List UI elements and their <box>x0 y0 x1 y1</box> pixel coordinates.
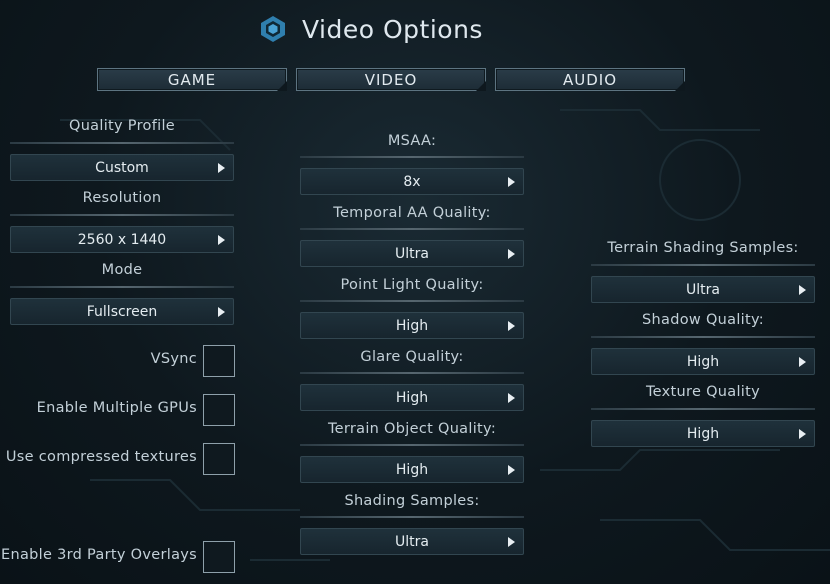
arrow-right-icon <box>218 235 225 245</box>
arrow-right-icon <box>218 163 225 173</box>
third-party-overlays-checkbox[interactable] <box>203 541 235 573</box>
temporal-aa-label: Temporal AA Quality: <box>333 205 491 221</box>
divider <box>300 156 524 158</box>
temporal-aa-select[interactable]: Ultra <box>300 240 524 267</box>
vsync-checkbox[interactable] <box>203 345 235 377</box>
compressed-textures-label: Use compressed textures <box>5 449 197 465</box>
divider <box>300 300 524 302</box>
terrain-object-label: Terrain Object Quality: <box>327 421 497 437</box>
arrow-right-icon <box>799 357 806 367</box>
shadow-quality-label: Shadow Quality: <box>642 312 764 328</box>
divider <box>10 142 234 144</box>
divider <box>10 214 234 216</box>
divider <box>300 516 524 518</box>
quality-profile-select[interactable]: Custom <box>10 154 234 181</box>
msaa-label: MSAA: <box>387 133 437 149</box>
arrow-right-icon <box>799 285 806 295</box>
tab-game[interactable]: GAME <box>97 68 287 91</box>
texture-quality-select[interactable]: High <box>591 420 815 447</box>
divider <box>300 372 524 374</box>
arrow-right-icon <box>218 307 225 317</box>
arrow-right-icon <box>799 429 806 439</box>
shading-samples-label: Shading Samples: <box>344 493 480 509</box>
multiple-gpus-checkbox[interactable] <box>203 394 235 426</box>
arrow-right-icon <box>508 177 515 187</box>
arrow-right-icon <box>508 537 515 547</box>
shadow-quality-value: High <box>686 353 720 370</box>
tab-video[interactable]: VIDEO <box>296 68 486 91</box>
shading-samples-value: Ultra <box>395 533 429 550</box>
terrain-shading-value: Ultra <box>686 281 720 298</box>
hexagon-logo-icon <box>261 16 285 42</box>
arrow-right-icon <box>508 465 515 475</box>
point-light-label: Point Light Quality: <box>340 277 484 293</box>
msaa-value: 8x <box>403 173 421 190</box>
quality-profile-value: Custom <box>95 159 149 176</box>
terrain-shading-select[interactable]: Ultra <box>591 276 815 303</box>
texture-quality-value: High <box>686 425 720 442</box>
mode-label: Mode <box>101 262 143 278</box>
temporal-aa-value: Ultra <box>395 245 429 262</box>
point-light-select[interactable]: High <box>300 312 524 339</box>
arrow-right-icon <box>508 249 515 259</box>
resolution-select[interactable]: 2560 x 1440 <box>10 226 234 253</box>
glare-select[interactable]: High <box>300 384 524 411</box>
point-light-value: High <box>395 317 429 334</box>
vsync-label: VSync <box>150 351 197 367</box>
mode-value: Fullscreen <box>86 303 158 320</box>
third-party-overlays-label: Enable 3rd Party Overlays <box>1 547 197 563</box>
glare-label: Glare Quality: <box>360 349 464 365</box>
glare-value: High <box>395 389 429 406</box>
arrow-right-icon <box>508 393 515 403</box>
shadow-quality-select[interactable]: High <box>591 348 815 375</box>
terrain-shading-label: Terrain Shading Samples: <box>607 240 799 256</box>
texture-quality-label: Texture Quality <box>645 384 760 400</box>
quality-profile-label: Quality Profile <box>68 118 175 134</box>
divider <box>591 336 815 338</box>
msaa-select[interactable]: 8x <box>300 168 524 195</box>
mode-select[interactable]: Fullscreen <box>10 298 234 325</box>
resolution-value: 2560 x 1440 <box>77 231 167 248</box>
shading-samples-select[interactable]: Ultra <box>300 528 524 555</box>
arrow-right-icon <box>508 321 515 331</box>
tab-audio[interactable]: AUDIO <box>495 68 685 91</box>
page-title: Video Options <box>302 14 483 44</box>
header: Video Options <box>258 12 483 46</box>
resolution-label: Resolution <box>82 190 162 206</box>
divider <box>591 264 815 266</box>
divider <box>10 286 234 288</box>
terrain-object-select[interactable]: High <box>300 456 524 483</box>
terrain-object-value: High <box>395 461 429 478</box>
divider <box>591 408 815 410</box>
divider <box>300 444 524 446</box>
compressed-textures-checkbox[interactable] <box>203 443 235 475</box>
multiple-gpus-label: Enable Multiple GPUs <box>36 400 197 416</box>
divider <box>300 228 524 230</box>
